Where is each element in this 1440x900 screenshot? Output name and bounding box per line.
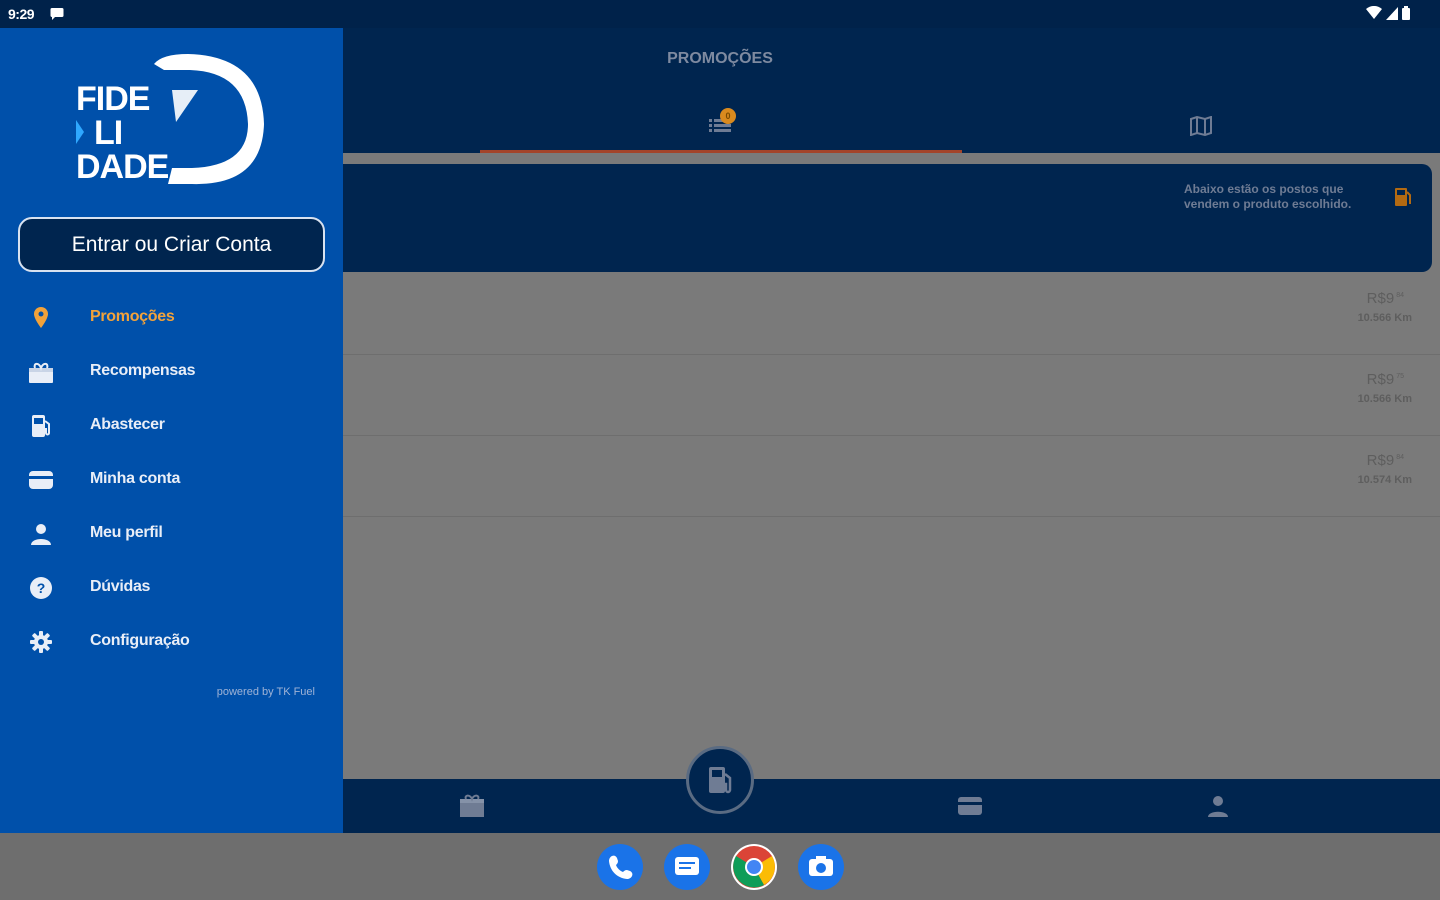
map-icon: [1190, 116, 1212, 136]
system-icons: [1366, 6, 1410, 20]
menu-item-label: Configuração: [90, 632, 190, 649]
station-price: R$9 84: [1366, 452, 1404, 469]
station-price: R$9 75: [1366, 371, 1404, 388]
phone-icon: [609, 855, 633, 879]
logo-line-3: DADE: [76, 148, 169, 186]
menu-item-label: Recompensas: [90, 362, 196, 379]
help-icon: ?: [30, 577, 52, 599]
card-icon: [29, 471, 53, 489]
menu-item-label: Abastecer: [90, 416, 165, 433]
messages-app-icon[interactable]: [664, 844, 710, 890]
gear-icon: [30, 631, 52, 653]
camera-icon: [809, 856, 833, 876]
phone-app-icon[interactable]: [597, 844, 643, 890]
tab-map[interactable]: [962, 98, 1440, 153]
refuel-fab-button[interactable]: [686, 746, 754, 814]
chrome-app-icon[interactable]: [731, 844, 777, 890]
menu-item-label: Minha conta: [90, 470, 181, 487]
menu-item-promocoes[interactable]: Promoções: [0, 290, 343, 344]
station-price: R$9 84: [1366, 290, 1404, 307]
navigation-drawer: FIDE LI DADE Entrar ou Criar Conta Promo…: [0, 28, 343, 833]
menu-item-recompensas[interactable]: Recompensas: [0, 344, 343, 398]
chrome-icon: [733, 846, 775, 888]
card-icon[interactable]: [956, 793, 984, 819]
station-distance: 10.574 Km: [1357, 474, 1412, 486]
menu-item-configuracao[interactable]: Configuração: [0, 614, 343, 668]
tab-badge: 0: [720, 108, 736, 124]
person-icon: [31, 524, 51, 545]
battery-icon: [1402, 6, 1410, 20]
signal-icon: [1386, 7, 1398, 20]
gift-icon[interactable]: [458, 793, 486, 819]
fuel-pump-icon: [32, 415, 50, 437]
station-distance: 10.566 Km: [1357, 312, 1412, 324]
wifi-icon: [1366, 6, 1382, 19]
powered-by-text: powered by TK Fuel: [216, 686, 315, 698]
fuel-pump-icon: [1395, 188, 1411, 206]
svg-text:?: ?: [37, 580, 46, 596]
menu-item-abastecer[interactable]: Abastecer: [0, 398, 343, 452]
message-icon: [675, 857, 699, 875]
gift-icon: [29, 362, 53, 383]
status-bar: 9:29: [0, 0, 1440, 28]
status-time: 9:29: [8, 6, 35, 22]
menu-item-label: Meu perfil: [90, 524, 163, 541]
menu-item-minha-conta[interactable]: Minha conta: [0, 452, 343, 506]
taskbar: [0, 833, 1440, 900]
logo-line-2: LI: [94, 114, 123, 152]
fuel-pump-icon: [709, 767, 732, 794]
station-distance: 10.566 Km: [1357, 393, 1412, 405]
login-create-account-button[interactable]: Entrar ou Criar Conta: [18, 217, 325, 272]
chat-notification-icon: [50, 8, 64, 20]
logo-line-1: FIDE: [76, 80, 150, 118]
tab-list[interactable]: 0: [480, 98, 962, 153]
tab-indicator: [480, 150, 962, 153]
menu-item-label: Promoções: [90, 308, 175, 325]
fidelidade-logo: FIDE LI DADE: [72, 50, 272, 190]
menu-item-duvidas[interactable]: ? Dúvidas: [0, 560, 343, 614]
location-pin-icon: [34, 307, 48, 328]
menu-item-meu-perfil[interactable]: Meu perfil: [0, 506, 343, 560]
info-text: Abaixo estão os postos que vendem o prod…: [1184, 182, 1352, 211]
camera-app-icon[interactable]: [798, 844, 844, 890]
person-icon[interactable]: [1204, 793, 1232, 819]
menu-item-label: Dúvidas: [90, 578, 151, 595]
